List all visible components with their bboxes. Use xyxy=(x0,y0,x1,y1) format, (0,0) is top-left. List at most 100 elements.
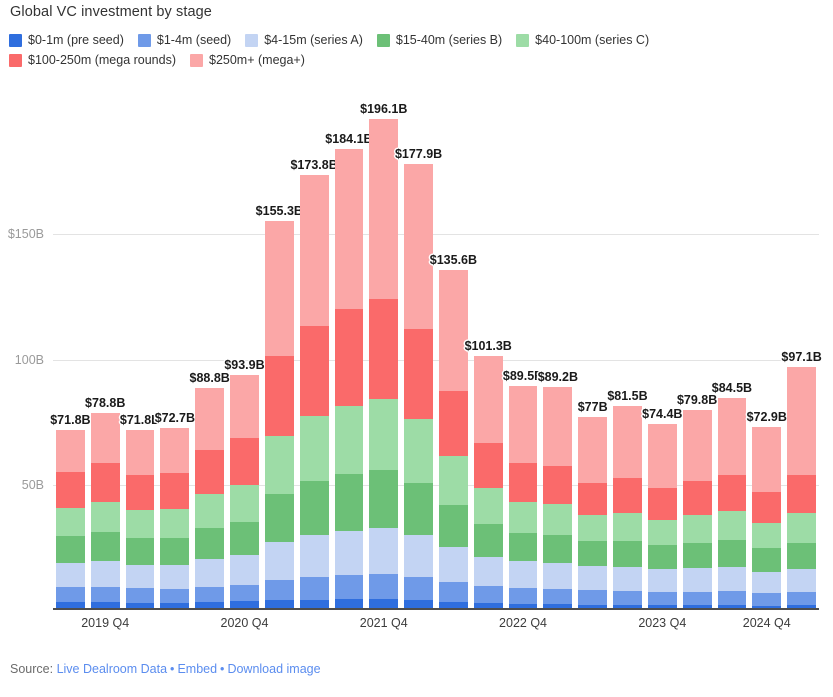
bar-segment[interactable] xyxy=(369,298,399,400)
bar[interactable]: $71.8B xyxy=(50,413,91,610)
bar-segment[interactable] xyxy=(125,538,155,565)
bar-segment[interactable] xyxy=(543,562,573,589)
bar-segment[interactable] xyxy=(369,118,399,299)
bar-segment[interactable] xyxy=(369,399,399,470)
bar-segment[interactable] xyxy=(647,545,677,570)
bar-segment[interactable] xyxy=(752,593,782,606)
bar-segment[interactable] xyxy=(647,591,677,605)
bar-segment[interactable] xyxy=(369,469,399,529)
bar-segment[interactable] xyxy=(55,472,85,508)
bar-segment[interactable] xyxy=(90,586,120,602)
bar[interactable]: $74.4B xyxy=(642,407,682,610)
bar-segment[interactable] xyxy=(299,416,329,482)
bar-segment[interactable] xyxy=(334,575,364,600)
legend-item[interactable]: $100-250m (mega rounds) xyxy=(9,51,176,69)
bar-segment[interactable] xyxy=(369,573,399,599)
bar-segment[interactable] xyxy=(369,528,399,574)
bar-segment[interactable] xyxy=(404,419,434,483)
bar[interactable]: $155.3B xyxy=(256,204,303,610)
bar-segment[interactable] xyxy=(682,515,712,543)
bar-segment[interactable] xyxy=(717,474,747,512)
bar-segment[interactable] xyxy=(543,588,573,604)
bar-segment[interactable] xyxy=(55,563,85,588)
legend-item[interactable]: $0-1m (pre seed) xyxy=(9,31,124,49)
bar[interactable]: $79.8B xyxy=(677,393,717,610)
bar-segment[interactable] xyxy=(55,536,85,564)
bar-segment[interactable] xyxy=(543,504,573,535)
bar-segment[interactable] xyxy=(613,541,642,568)
bar-segment[interactable] xyxy=(682,542,712,569)
bar-segment[interactable] xyxy=(717,511,747,541)
bar-segment[interactable] xyxy=(543,386,573,467)
bar-segment[interactable] xyxy=(717,540,747,568)
legend-item[interactable]: $250m+ (mega+) xyxy=(190,51,305,69)
bar-segment[interactable] xyxy=(613,590,642,605)
bar-segment[interactable] xyxy=(125,430,155,476)
bar-segment[interactable] xyxy=(682,410,712,482)
bar-segment[interactable] xyxy=(299,481,329,536)
bar-segment[interactable] xyxy=(752,571,782,594)
bar-segment[interactable] xyxy=(404,164,434,330)
bar-segment[interactable] xyxy=(717,398,747,475)
bar-segment[interactable] xyxy=(473,556,503,586)
bar-segment[interactable] xyxy=(647,519,677,546)
bar-segment[interactable] xyxy=(787,475,817,514)
bar-segment[interactable] xyxy=(752,548,782,572)
source-link[interactable]: Live Dealroom Data xyxy=(57,662,167,676)
bar-segment[interactable] xyxy=(647,488,677,520)
legend-item[interactable]: $40-100m (series C) xyxy=(516,31,649,49)
bar[interactable]: $101.3B xyxy=(465,339,512,610)
bar-segment[interactable] xyxy=(230,374,259,439)
bar-segment[interactable] xyxy=(195,586,225,602)
bar-segment[interactable] xyxy=(473,442,503,489)
bar-segment[interactable] xyxy=(334,531,364,576)
bar-segment[interactable] xyxy=(404,577,434,601)
bar[interactable]: $196.1B xyxy=(360,102,407,610)
bar-segment[interactable] xyxy=(195,527,225,560)
bar-segment[interactable] xyxy=(682,568,712,592)
bar-segment[interactable] xyxy=(195,449,225,494)
bar-segment[interactable] xyxy=(438,390,468,457)
bar-segment[interactable] xyxy=(264,542,294,580)
bar-segment[interactable] xyxy=(613,567,642,591)
bar-segment[interactable] xyxy=(264,355,294,436)
bar-segment[interactable] xyxy=(195,387,225,450)
bar-segment[interactable] xyxy=(230,584,259,602)
bar-segment[interactable] xyxy=(160,565,190,590)
legend-item[interactable]: $15-40m (series B) xyxy=(376,31,502,49)
bar-segment[interactable] xyxy=(90,501,120,533)
bar-segment[interactable] xyxy=(404,535,434,578)
bar-segment[interactable] xyxy=(125,510,155,539)
bar-segment[interactable] xyxy=(195,493,225,528)
bar-segment[interactable] xyxy=(787,366,817,476)
bar-segment[interactable] xyxy=(90,412,120,464)
bar-segment[interactable] xyxy=(578,566,608,591)
bar[interactable]: $77B xyxy=(578,400,608,610)
bar-segment[interactable] xyxy=(508,561,538,588)
bar-segment[interactable] xyxy=(438,456,468,505)
bar[interactable]: $135.6B xyxy=(430,253,477,610)
bar-segment[interactable] xyxy=(543,466,573,505)
bar-segment[interactable] xyxy=(55,587,85,602)
bar-segment[interactable] xyxy=(299,174,329,326)
bar-segment[interactable] xyxy=(90,561,120,587)
bar[interactable]: $71.8B xyxy=(120,413,160,610)
bar-segment[interactable] xyxy=(717,567,747,592)
bar-segment[interactable] xyxy=(404,329,434,420)
bar-segment[interactable] xyxy=(578,590,608,605)
bar[interactable]: $72.9B xyxy=(747,410,787,610)
bar-segment[interactable] xyxy=(299,535,329,578)
bar-segment[interactable] xyxy=(752,523,782,549)
bar-segment[interactable] xyxy=(508,463,538,502)
bar-segment[interactable] xyxy=(264,221,294,356)
bar-segment[interactable] xyxy=(473,356,503,443)
bar-segment[interactable] xyxy=(578,541,608,567)
bar-segment[interactable] xyxy=(682,591,712,605)
bar-segment[interactable] xyxy=(438,546,468,582)
bar-segment[interactable] xyxy=(334,148,364,310)
bar[interactable]: $97.1B xyxy=(781,350,822,610)
bar-segment[interactable] xyxy=(613,513,642,542)
bar-segment[interactable] xyxy=(160,589,190,603)
bar-segment[interactable] xyxy=(230,555,259,585)
bar-segment[interactable] xyxy=(473,488,503,525)
